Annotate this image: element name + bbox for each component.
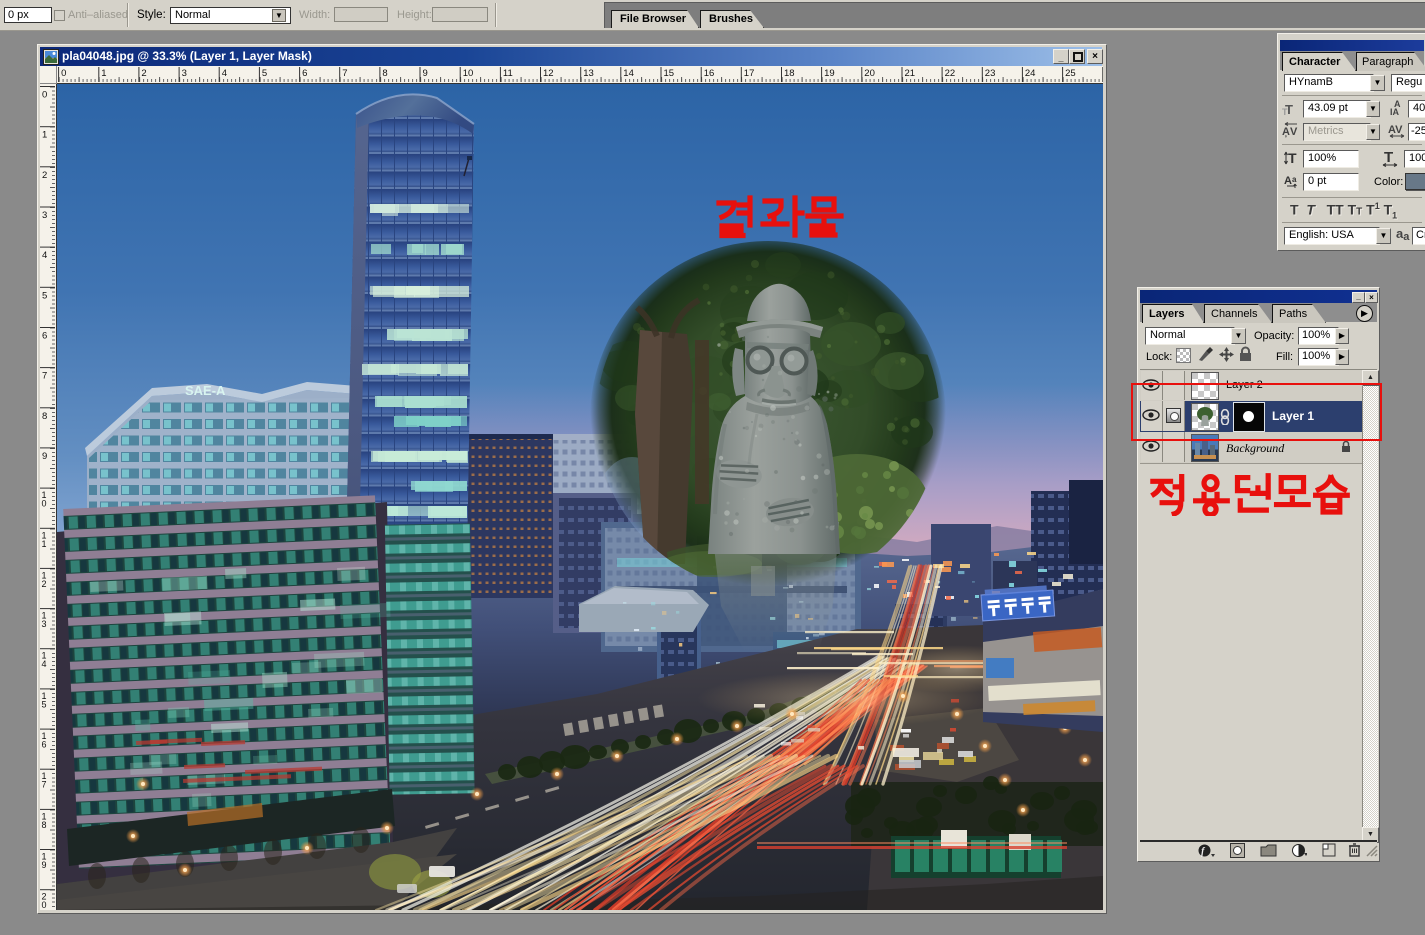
svg-text:5: 5	[262, 68, 267, 79]
svg-text:0: 0	[42, 499, 47, 509]
svg-text:7: 7	[42, 780, 47, 790]
svg-text:8: 8	[382, 68, 387, 79]
svg-text:A: A	[1284, 175, 1292, 187]
svg-text:6: 6	[302, 68, 307, 79]
svg-text:18: 18	[784, 68, 795, 79]
svg-text:1: 1	[42, 130, 47, 141]
svg-text:3: 3	[182, 68, 187, 79]
svg-text:6: 6	[42, 331, 47, 342]
svg-text:13: 13	[583, 68, 594, 79]
svg-text:24: 24	[1025, 68, 1036, 79]
svg-text:3: 3	[42, 210, 47, 221]
svg-text:22: 22	[945, 68, 956, 79]
svg-text:6: 6	[42, 740, 47, 750]
svg-text:2: 2	[42, 170, 47, 181]
svg-text:1: 1	[42, 539, 47, 549]
svg-text:8: 8	[42, 411, 47, 422]
svg-text:AV: AV	[1388, 124, 1403, 136]
svg-text:9: 9	[42, 451, 47, 462]
svg-text:23: 23	[985, 68, 996, 79]
svg-text:IA: IA	[1390, 107, 1400, 117]
svg-text:19: 19	[824, 68, 835, 79]
svg-text:20: 20	[864, 68, 875, 79]
svg-text:5: 5	[42, 699, 47, 709]
svg-text:11: 11	[503, 68, 513, 79]
svg-text:9: 9	[423, 68, 428, 79]
svg-text:12: 12	[543, 68, 554, 79]
svg-text:a: a	[1292, 175, 1297, 184]
svg-text:4: 4	[42, 659, 47, 669]
svg-text:14: 14	[623, 68, 634, 79]
svg-text:1: 1	[101, 68, 106, 79]
svg-text:2: 2	[42, 579, 47, 589]
svg-text:16: 16	[704, 68, 715, 79]
svg-text:0: 0	[61, 68, 66, 79]
svg-text:SAE-A: SAE-A	[185, 383, 226, 398]
svg-text:5: 5	[42, 290, 47, 301]
svg-text:4: 4	[222, 68, 227, 79]
svg-text:25: 25	[1065, 68, 1076, 79]
svg-text:A̦V: A̦V	[1282, 126, 1298, 138]
svg-text:4: 4	[42, 250, 47, 261]
svg-text:3: 3	[42, 619, 47, 629]
svg-text:21: 21	[905, 68, 916, 79]
svg-text:0: 0	[42, 900, 47, 910]
svg-text:7: 7	[42, 371, 47, 382]
svg-text:17: 17	[744, 68, 755, 79]
svg-text:2: 2	[141, 68, 146, 79]
svg-text:T: T	[1288, 150, 1297, 166]
svg-text:0: 0	[42, 90, 47, 101]
svg-text:8: 8	[42, 820, 47, 830]
svg-text:10: 10	[463, 68, 474, 79]
svg-text:15: 15	[664, 68, 675, 79]
svg-text:7: 7	[342, 68, 347, 79]
svg-text:9: 9	[42, 860, 47, 870]
